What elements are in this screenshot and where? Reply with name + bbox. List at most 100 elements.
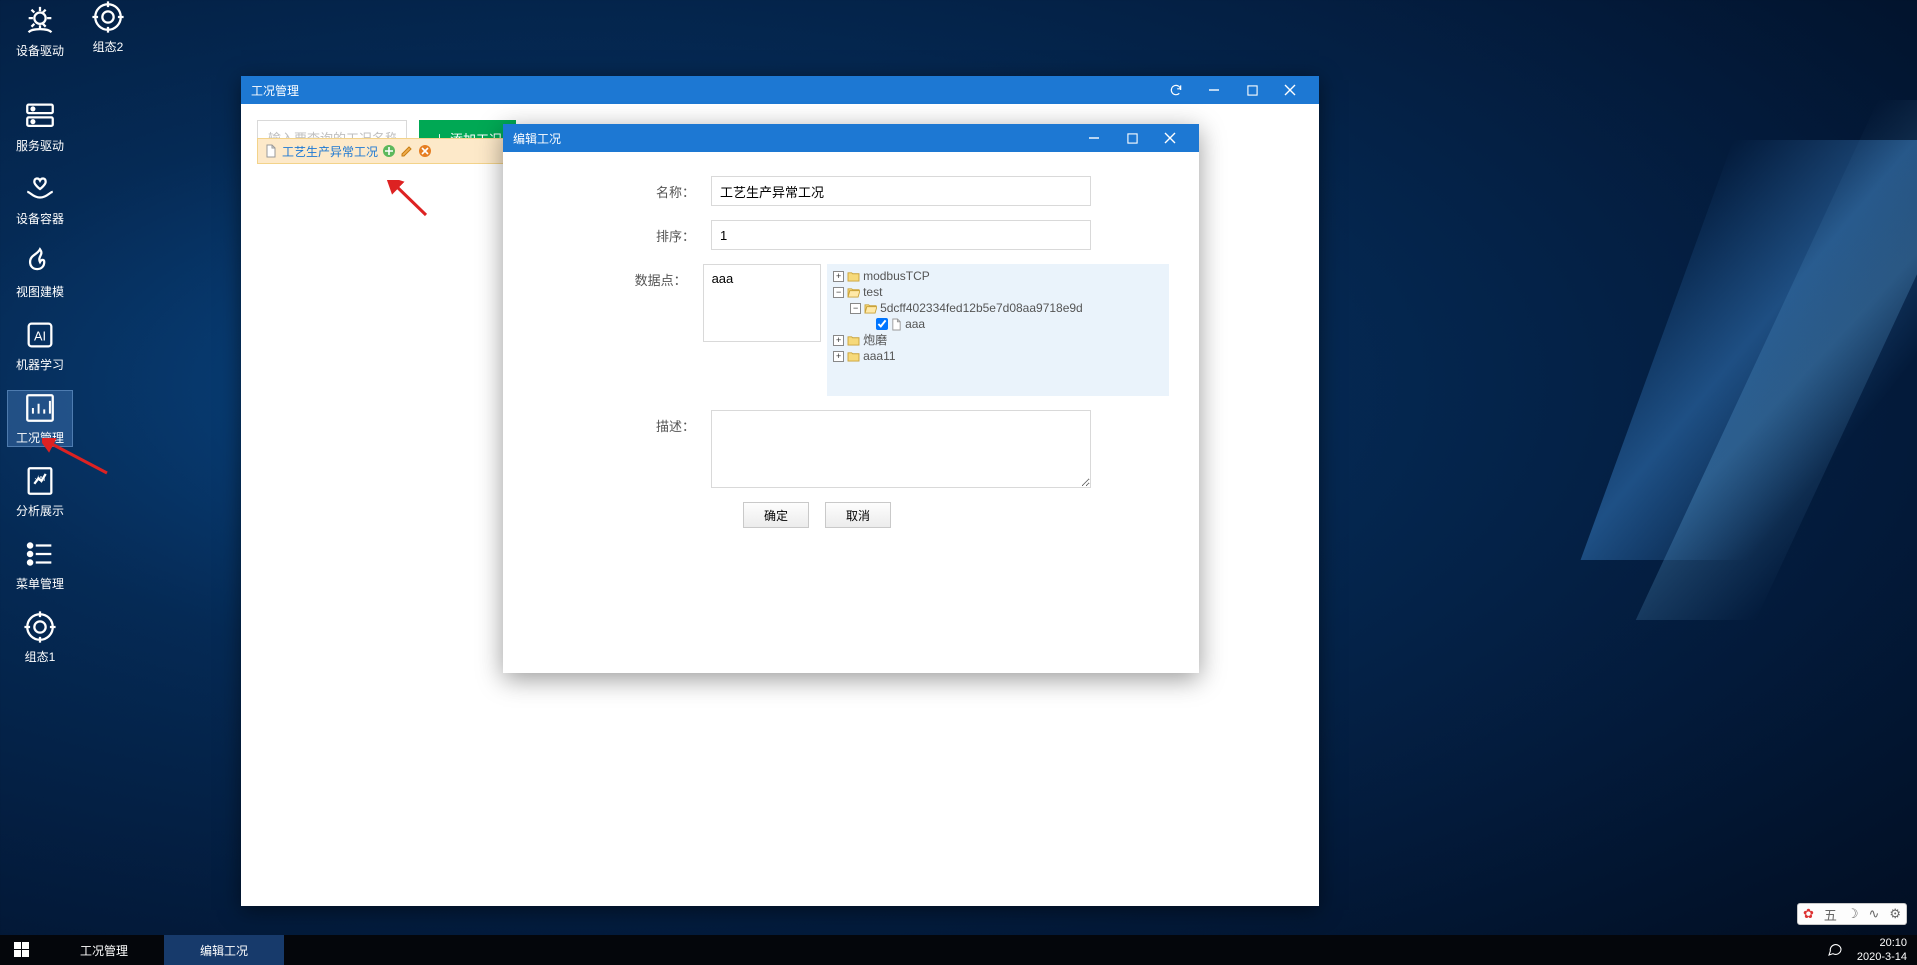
desktop-icon-config1[interactable]: 组态1: [8, 610, 72, 665]
window-title: 工况管理: [251, 82, 1157, 99]
svg-text:AI: AI: [34, 329, 46, 344]
name-label: 名称：: [533, 176, 711, 201]
collapse-toggle[interactable]: −: [833, 287, 844, 298]
decorative-beam: [1581, 140, 1917, 560]
desktop-icon-config2[interactable]: 组态2: [76, 0, 140, 55]
decorative-beam: [1636, 100, 1917, 620]
tree-node-aaa11[interactable]: + aaa11: [833, 348, 1163, 364]
desktop-icon-label: 机器学习: [16, 356, 64, 373]
server-icon: [23, 99, 57, 133]
gear-icon: [23, 4, 57, 38]
expand-toggle[interactable]: +: [833, 271, 844, 282]
refresh-button[interactable]: [1157, 76, 1195, 104]
datapoint-selected-box[interactable]: aaa: [703, 264, 822, 342]
cancel-button[interactable]: 取消: [825, 502, 891, 528]
taskbar-spacer: [284, 935, 1817, 965]
file-icon: [264, 144, 278, 158]
desktop-icon-service-driver[interactable]: 服务驱动: [8, 99, 72, 154]
desktop-icon-label: 分析展示: [16, 502, 64, 519]
main-window-titlebar[interactable]: 工况管理: [241, 76, 1319, 104]
list-item-label: 工艺生产异常工况: [282, 143, 378, 160]
windows-icon: [14, 942, 30, 958]
datapoint-tree[interactable]: +modbusTCP −test −5dcff402334fed12b5e7d0…: [827, 264, 1169, 396]
edit-icon[interactable]: [400, 144, 414, 158]
start-button[interactable]: [0, 935, 44, 965]
tree-node-test[interactable]: − test: [833, 284, 1163, 300]
order-label: 排序：: [533, 220, 711, 245]
desktop-icon-device-driver[interactable]: 设备驱动: [8, 4, 72, 59]
desktop-icon-device-container[interactable]: 设备容器: [8, 172, 72, 227]
edit-condition-modal: 编辑工况 名称： 排序： 数据点： aaa +modbusTCP −test −…: [503, 124, 1199, 673]
tree-label: 炮磨: [863, 332, 887, 348]
tree-node-hash[interactable]: − 5dcff402334fed12b5e7d08aa9718e9d: [833, 300, 1163, 316]
taskbar-clock[interactable]: 20:10 2020-3-14: [1857, 936, 1907, 964]
desktop-icon-condition-mgmt[interactable]: 工况管理: [8, 391, 72, 446]
desktop-icon-label: 视图建模: [16, 283, 64, 300]
datapoint-value: aaa: [712, 271, 734, 286]
datapoint-label: 数据点：: [533, 264, 703, 289]
clock-time: 20:10: [1857, 936, 1907, 950]
expand-toggle[interactable]: +: [833, 335, 844, 346]
delete-icon[interactable]: [418, 144, 432, 158]
taskbar: 工况管理 编辑工况 20:10 2020-3-14: [0, 935, 1917, 965]
system-tray[interactable]: 20:10 2020-3-14: [1817, 935, 1917, 965]
moon-icon: ☽: [1847, 906, 1859, 922]
name-input[interactable]: [711, 176, 1091, 206]
desktop-icon-view-model[interactable]: 视图建模: [8, 245, 72, 300]
close-button[interactable]: [1151, 124, 1189, 152]
folder-open-icon: [847, 287, 860, 298]
chat-icon[interactable]: [1827, 941, 1843, 960]
tree-label: test: [863, 284, 882, 300]
desktop-icon-label: 服务驱动: [16, 137, 64, 154]
collapse-toggle[interactable]: −: [850, 303, 861, 314]
page-icon: [891, 318, 902, 331]
desktop-icon-label: 设备驱动: [16, 42, 64, 59]
tree-label: modbusTCP: [863, 268, 930, 284]
ok-button[interactable]: 确定: [743, 502, 809, 528]
minimize-button[interactable]: [1075, 124, 1113, 152]
taskbar-item-condition-mgmt[interactable]: 工况管理: [44, 935, 164, 965]
tree-node-4[interactable]: + 炮磨: [833, 332, 1163, 348]
desktop-icon-label: 工况管理: [16, 429, 64, 446]
desktop-icon-label: 菜单管理: [16, 575, 64, 592]
modal-titlebar[interactable]: 编辑工况: [503, 124, 1199, 152]
tree-label: aaa11: [863, 348, 895, 364]
tree-checkbox[interactable]: [876, 318, 888, 330]
tree-node-aaa[interactable]: aaa: [833, 316, 1163, 332]
maximize-button[interactable]: [1113, 124, 1151, 152]
close-button[interactable]: [1271, 76, 1309, 104]
tree-node-modbustcp[interactable]: + modbusTCP: [833, 268, 1163, 284]
ime-tray-widget[interactable]: ✿ 五 ☽ ∿ ⚙: [1797, 903, 1907, 925]
target-icon: [91, 0, 125, 34]
list-icon: [23, 537, 57, 571]
maximize-button[interactable]: [1233, 76, 1271, 104]
desktop-icon-menu-mgmt[interactable]: 菜单管理: [8, 537, 72, 592]
modal-title: 编辑工况: [513, 130, 1075, 147]
desktop-icon-ml[interactable]: AI 机器学习: [8, 318, 72, 373]
modal-form: 名称： 排序： 数据点： aaa +modbusTCP −test −5dcff…: [503, 152, 1199, 538]
add-icon[interactable]: [382, 144, 396, 158]
ai-icon: AI: [23, 318, 57, 352]
order-input[interactable]: [711, 220, 1091, 250]
desc-textarea[interactable]: [711, 410, 1091, 488]
gear-icon: ⚙: [1889, 906, 1901, 922]
desktop-icon-label: 组态1: [25, 648, 56, 665]
folder-icon: [847, 271, 860, 282]
desktop-icon-analysis[interactable]: √AI 分析展示: [8, 464, 72, 519]
desktop-icon-label: 组态2: [93, 38, 124, 55]
chart-box-icon: [23, 391, 57, 425]
expand-toggle[interactable]: +: [833, 351, 844, 362]
taskbar-item-edit-condition[interactable]: 编辑工况: [164, 935, 284, 965]
link-icon: ∿: [1868, 906, 1879, 922]
tree-label: aaa: [905, 316, 925, 332]
desktop-icon-label: 设备容器: [16, 210, 64, 227]
minimize-button[interactable]: [1195, 76, 1233, 104]
folder-icon: [847, 351, 860, 362]
desktop-icon-grid: 设备驱动 组态2 服务驱动 设备容器 视图建模 AI 机器学习 工况管理 √AI…: [8, 0, 72, 665]
tree-label: 5dcff402334fed12b5e7d08aa9718e9d: [880, 300, 1083, 316]
analysis-icon: √AI: [23, 464, 57, 498]
flame-icon: [23, 245, 57, 279]
target-icon: [23, 610, 57, 644]
ime-mode-label: 五: [1824, 905, 1837, 924]
svg-text:√AI: √AI: [35, 475, 46, 483]
